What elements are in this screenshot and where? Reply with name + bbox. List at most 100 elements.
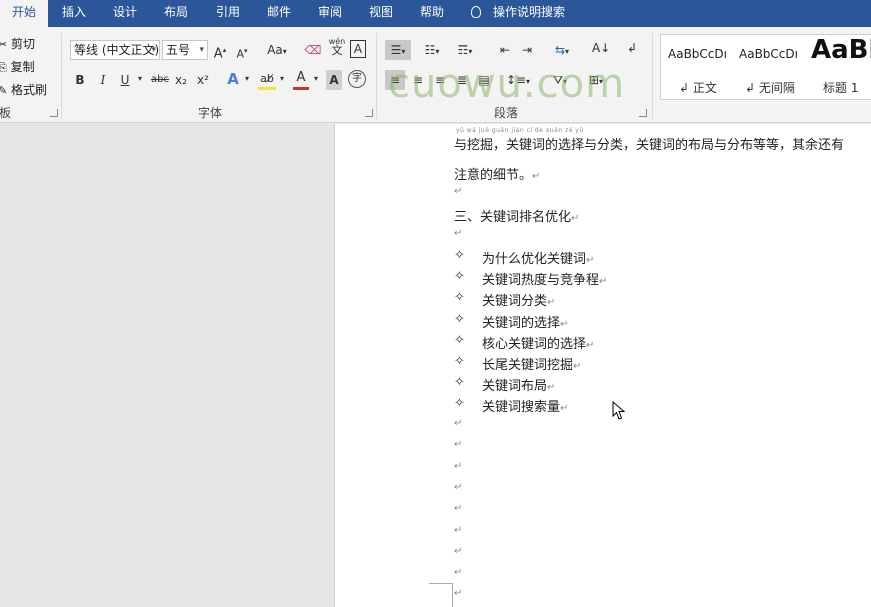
document-line: 注意的细节。↵: [454, 164, 540, 183]
document-heading: 三、关键词排名优化↵: [454, 206, 579, 225]
list-item-text: 关键词布局: [482, 379, 548, 395]
copy-icon: ⎘: [0, 61, 7, 74]
text-effects-button[interactable]: A: [224, 69, 242, 89]
text-effects-icon: A: [227, 70, 239, 88]
font-size-select[interactable]: 五号 ▾: [162, 40, 208, 60]
clipboard-launcher-icon[interactable]: [50, 109, 58, 117]
subscript-button[interactable]: x₂: [173, 70, 189, 90]
copy-button[interactable]: ⎘ 复制: [0, 58, 35, 75]
format-painter-button[interactable]: ✎ 格式刷: [0, 81, 47, 98]
highlight-color-bar: [258, 87, 276, 90]
list-item-text: 关键词热度与竞争程: [482, 273, 600, 289]
superscript-button[interactable]: x²: [195, 70, 211, 90]
tab-mailings[interactable]: 邮件: [259, 0, 299, 27]
list-item: 核心关键词的选择↵: [482, 333, 594, 352]
list-item: 关键词热度与竞争程↵: [482, 269, 607, 288]
tab-design[interactable]: 设计: [105, 0, 145, 27]
bullet-symbol-icon: ✧: [454, 311, 465, 327]
character-border-button[interactable]: A: [350, 40, 366, 58]
highlight-button[interactable]: ab̸: [258, 68, 276, 88]
bullet-symbol-icon: ✧: [454, 375, 465, 391]
character-shading-button[interactable]: A: [326, 70, 342, 90]
style-normal-sample[interactable]: AaBbCcDı: [668, 47, 727, 61]
format-painter-label: 格式刷: [11, 83, 48, 97]
style-heading1-name[interactable]: 标题 1: [823, 79, 858, 96]
italic-button[interactable]: I: [96, 70, 110, 90]
list-item-text: 核心关键词的选择: [482, 336, 587, 352]
highlighter-icon: ab̸: [260, 72, 274, 85]
chevron-down-icon: ▾: [199, 45, 204, 55]
style-normal-name[interactable]: ↲ 正文: [679, 79, 717, 96]
font-family-select[interactable]: 等线 (中文正文) ▾: [70, 40, 160, 60]
bullet-list-icon: ☰: [390, 43, 402, 57]
font-launcher-icon[interactable]: [365, 109, 373, 117]
paragraph-mark: ↵: [454, 439, 463, 451]
site-watermark: cuowu.com: [388, 61, 626, 107]
bullets-button[interactable]: ☰▾: [385, 40, 411, 60]
font-color-bar: [293, 87, 309, 90]
document-line: 与挖掘，关键词的选择与分类，关键词的布局与分布等等，其余还有: [454, 138, 845, 153]
increase-indent-button[interactable]: ⇥: [518, 40, 536, 60]
font-size-value: 五号: [166, 43, 191, 57]
tab-references[interactable]: 引用: [208, 0, 248, 27]
list-item: 关键词的选择↵: [482, 312, 568, 331]
character-shading-icon: A: [329, 73, 339, 87]
tab-layout[interactable]: 布局: [156, 0, 196, 27]
chevron-down-icon[interactable]: ▾: [245, 74, 249, 83]
underline-button[interactable]: U: [117, 70, 133, 90]
tab-review[interactable]: 审阅: [310, 0, 350, 27]
tab-view[interactable]: 视图: [361, 0, 401, 27]
eraser-icon: ⌫: [304, 43, 322, 57]
group-separator: [61, 33, 62, 119]
paragraph-mark: ↵: [547, 382, 556, 394]
tab-home[interactable]: 开始: [0, 0, 48, 27]
list-item-text: 长尾关键词挖掘: [482, 358, 574, 373]
chinese-layout-button[interactable]: ⇆▾: [548, 40, 576, 60]
grow-font-button[interactable]: A▴: [212, 40, 228, 62]
tab-help[interactable]: 帮助: [412, 0, 452, 27]
chinese-layout-icon: ⇆: [554, 43, 566, 57]
bullet-symbol-icon: ✧: [454, 396, 465, 412]
clear-formatting-button[interactable]: ⌫: [304, 40, 322, 60]
chevron-down-icon: ▾: [151, 45, 156, 55]
tell-me-search[interactable]: 操作说明搜索: [471, 0, 565, 27]
enclose-characters-button[interactable]: 字: [348, 70, 366, 88]
tab-insert[interactable]: 插入: [54, 0, 94, 27]
paragraph-mark: ↵: [454, 545, 463, 557]
chevron-down-icon[interactable]: ▾: [138, 74, 142, 83]
paragraph-launcher-icon[interactable]: [639, 109, 647, 117]
phonetic-guide-char: 文: [331, 44, 343, 57]
style-no-spacing-sample[interactable]: AaBbCcDı: [739, 47, 798, 61]
scissors-icon: ✂: [0, 38, 8, 51]
paragraph-mark: ↵: [454, 228, 463, 239]
grow-font-icon: A: [213, 46, 223, 62]
phonetic-guide-button[interactable]: wén 文: [327, 37, 347, 59]
chevron-down-icon[interactable]: ▾: [280, 74, 284, 83]
style-heading1-sample[interactable]: AaBl: [811, 35, 871, 65]
document-page[interactable]: [334, 124, 871, 607]
cut-button[interactable]: ✂ 剪切: [0, 35, 35, 52]
paragraph-mark: ↵: [560, 318, 569, 330]
list-item: 长尾关键词挖掘↵: [482, 354, 581, 373]
bold-button[interactable]: B: [72, 70, 88, 90]
style-no-spacing-name[interactable]: ↲ 无间隔: [745, 79, 795, 96]
font-color-button[interactable]: A: [293, 68, 309, 88]
chevron-down-icon[interactable]: ▾: [314, 74, 318, 83]
multilevel-list-button[interactable]: ☶▾: [452, 40, 478, 60]
paragraph-mark: ↵: [547, 297, 556, 309]
list-item: 为什么优化关键词↵: [482, 248, 594, 267]
change-case-button[interactable]: Aa▾: [262, 40, 292, 60]
paragraph-mark: ↵: [573, 361, 582, 372]
lightbulb-icon: [471, 6, 481, 18]
paragraph-mark: ↵: [560, 403, 569, 415]
sort-button[interactable]: A↓: [592, 38, 610, 58]
enclose-characters-icon: 字: [352, 73, 362, 84]
numbering-button[interactable]: ☷▾: [419, 40, 445, 60]
strikethrough-button[interactable]: abc: [149, 70, 171, 90]
shrink-font-button[interactable]: A▾: [234, 41, 250, 61]
paragraph-mark: ↵: [571, 213, 580, 224]
increase-indent-icon: ⇥: [521, 43, 533, 57]
clipboard-group-label: 板: [0, 106, 12, 120]
show-marks-button[interactable]: ↲: [624, 38, 640, 58]
decrease-indent-button[interactable]: ⇤: [496, 40, 514, 60]
